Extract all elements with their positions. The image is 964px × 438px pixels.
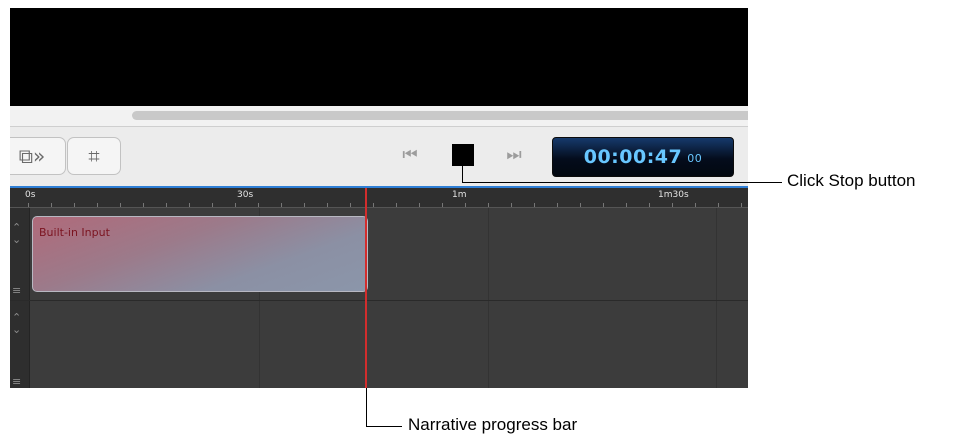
crop-icon: ⌗ <box>88 144 100 168</box>
stop-callout-line <box>462 182 782 183</box>
track-1-menu-icon[interactable]: ≡ <box>12 285 21 296</box>
video-preview <box>10 8 748 106</box>
skip-back-button[interactable]: ⏮ <box>394 141 426 169</box>
track-2-expand-icon[interactable]: ⌃ <box>12 312 21 323</box>
track-header-column: ⌃ ⌄ ≡ ⌃ ⌄ ≡ <box>10 208 30 388</box>
skip-forward-icon: ⏭ <box>506 145 522 165</box>
track-1-expand-icon[interactable]: ⌃ <box>12 222 21 233</box>
arrange-button[interactable]: ⧉» <box>10 137 66 175</box>
progress-callout-text: Narrative progress bar <box>408 415 578 434</box>
arrange-overflow-icon: ⧉» <box>18 144 46 168</box>
ruler-ticks <box>28 203 748 207</box>
timecode-time: 00:00:47 <box>583 146 683 168</box>
ruler-label-0s: 0s <box>25 190 36 200</box>
skip-forward-button[interactable]: ⏭ <box>498 141 530 169</box>
stop-icon <box>452 144 474 166</box>
screen-recorder-window: ⧉» ⌗ ⏮ ⏭ 00:00:47 00 0s 30s 1m 1m30s ⌃ ⌄… <box>10 8 748 388</box>
clip-label: Built-in Input <box>39 226 110 239</box>
track-divider <box>10 300 748 301</box>
scrollbar-thumb[interactable] <box>132 111 748 120</box>
crop-button[interactable]: ⌗ <box>67 137 121 175</box>
grid-line <box>716 208 717 388</box>
skip-back-icon: ⏮ <box>402 145 418 165</box>
timeline-tracks: ⌃ ⌄ ≡ ⌃ ⌄ ≡ Built-in Input <box>10 208 748 388</box>
ruler-label-1m30s: 1m30s <box>658 190 689 200</box>
progress-callout-leader <box>366 388 367 426</box>
timecode-display: 00:00:47 00 <box>552 137 734 177</box>
playback-toolbar: ⧉» ⌗ ⏮ ⏭ 00:00:47 00 <box>10 127 748 188</box>
timecode-frames: 00 <box>687 151 703 165</box>
stop-callout-text: Click Stop button <box>787 171 916 190</box>
timeline-ruler[interactable]: 0s 30s 1m 1m30s <box>10 188 748 208</box>
grid-line <box>488 208 489 388</box>
horizontal-scrollbar[interactable] <box>10 106 748 127</box>
stop-button[interactable] <box>450 141 476 169</box>
stop-callout-leader <box>462 164 463 182</box>
audio-clip[interactable]: Built-in Input <box>32 216 368 292</box>
ruler-label-1m: 1m <box>452 190 467 200</box>
ruler-label-30s: 30s <box>237 190 254 200</box>
progress-callout-line <box>366 426 402 427</box>
playhead[interactable] <box>365 188 367 388</box>
track-1-collapse-icon[interactable]: ⌄ <box>12 234 21 245</box>
track-2-collapse-icon[interactable]: ⌄ <box>12 324 21 335</box>
track-2-menu-icon[interactable]: ≡ <box>12 376 21 387</box>
